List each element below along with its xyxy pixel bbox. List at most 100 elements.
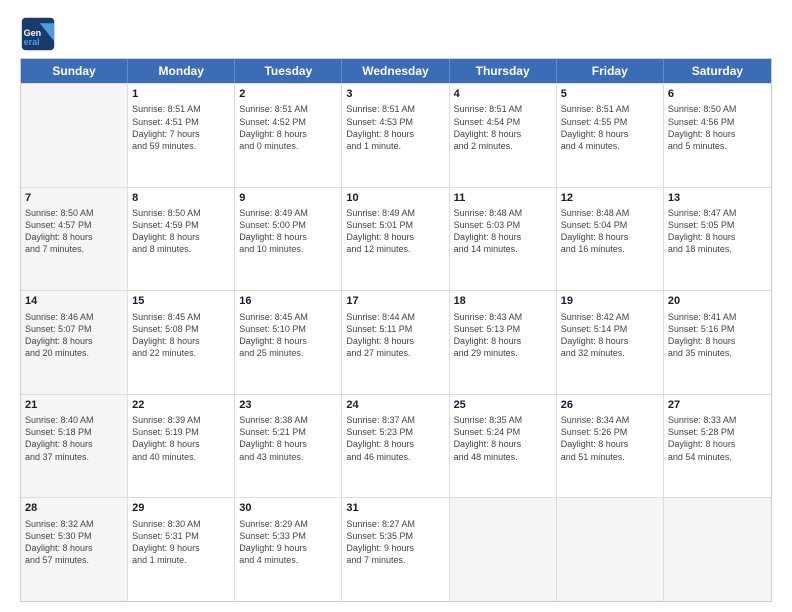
day-number: 2	[239, 87, 337, 102]
day-number: 9	[239, 191, 337, 206]
day-number: 25	[454, 398, 552, 413]
logo: Gen eral	[20, 16, 60, 52]
cal-cell-r4-c2: 30 Sunrise: 8:29 AM Sunset: 5:33 PM Dayli…	[235, 498, 342, 601]
day-info: Sunrise: 8:49 AM Sunset: 5:00 PM Dayligh…	[239, 207, 337, 256]
cal-cell-r0-c3: 3Sunrise: 8:51 AM Sunset: 4:53 PM Daylig…	[342, 84, 449, 187]
day-info: Sunrise: 8:27 AM Sunset: 5:35 PM Dayligh…	[346, 518, 444, 567]
cal-cell-r4-c0: 28 Sunrise: 8:32 AM Sunset: 5:30 PM Dayli…	[21, 498, 128, 601]
day-number: 30	[239, 501, 337, 516]
weekday-header-sunday: Sunday	[21, 59, 128, 83]
cal-cell-r1-c2: 9Sunrise: 8:49 AM Sunset: 5:00 PM Daylig…	[235, 188, 342, 291]
day-number: 5	[561, 87, 659, 102]
day-info: Sunrise: 8:40 AM Sunset: 5:18 PM Dayligh…	[25, 414, 123, 463]
cal-cell-r2-c4: 18 Sunrise: 8:43 AM Sunset: 5:13 PM Dayli…	[450, 291, 557, 394]
day-info: Sunrise: 8:51 AM Sunset: 4:55 PM Dayligh…	[561, 103, 659, 152]
weekday-header-wednesday: Wednesday	[342, 59, 449, 83]
day-number: 19	[561, 294, 659, 309]
day-number: 13	[668, 191, 767, 206]
day-number: 7	[25, 191, 123, 206]
day-number: 26	[561, 398, 659, 413]
day-info: Sunrise: 8:51 AM Sunset: 4:54 PM Dayligh…	[454, 103, 552, 152]
day-info: Sunrise: 8:51 AM Sunset: 4:51 PM Dayligh…	[132, 103, 230, 152]
day-number: 16	[239, 294, 337, 309]
cal-cell-r4-c1: 29 Sunrise: 8:30 AM Sunset: 5:31 PM Dayli…	[128, 498, 235, 601]
cal-cell-r1-c4: 11Sunrise: 8:48 AM Sunset: 5:03 PM Dayli…	[450, 188, 557, 291]
day-number: 4	[454, 87, 552, 102]
day-info: Sunrise: 8:29 AM Sunset: 5:33 PM Dayligh…	[239, 518, 337, 567]
cal-cell-r0-c0	[21, 84, 128, 187]
day-number: 12	[561, 191, 659, 206]
day-info: Sunrise: 8:48 AM Sunset: 5:04 PM Dayligh…	[561, 207, 659, 256]
calendar-row-4: 28 Sunrise: 8:32 AM Sunset: 5:30 PM Dayli…	[21, 497, 771, 601]
day-info: Sunrise: 8:32 AM Sunset: 5:30 PM Dayligh…	[25, 518, 123, 567]
day-number: 14	[25, 294, 123, 309]
svg-text:eral: eral	[24, 37, 40, 47]
day-number: 27	[668, 398, 767, 413]
day-info: Sunrise: 8:39 AM Sunset: 5:19 PM Dayligh…	[132, 414, 230, 463]
day-number: 10	[346, 191, 444, 206]
day-info: Sunrise: 8:45 AM Sunset: 5:10 PM Dayligh…	[239, 311, 337, 360]
calendar: SundayMondayTuesdayWednesdayThursdayFrid…	[20, 58, 772, 602]
day-info: Sunrise: 8:34 AM Sunset: 5:26 PM Dayligh…	[561, 414, 659, 463]
day-info: Sunrise: 8:48 AM Sunset: 5:03 PM Dayligh…	[454, 207, 552, 256]
cal-cell-r0-c6: 6Sunrise: 8:50 AM Sunset: 4:56 PM Daylig…	[664, 84, 771, 187]
header: Gen eral	[20, 16, 772, 52]
day-info: Sunrise: 8:51 AM Sunset: 4:52 PM Dayligh…	[239, 103, 337, 152]
day-number: 18	[454, 294, 552, 309]
day-number: 8	[132, 191, 230, 206]
cal-cell-r3-c1: 22Sunrise: 8:39 AM Sunset: 5:19 PM Dayli…	[128, 395, 235, 498]
cal-cell-r2-c0: 14 Sunrise: 8:46 AM Sunset: 5:07 PM Dayli…	[21, 291, 128, 394]
day-info: Sunrise: 8:43 AM Sunset: 5:13 PM Dayligh…	[454, 311, 552, 360]
day-number: 24	[346, 398, 444, 413]
logo-icon: Gen eral	[20, 16, 56, 52]
day-info: Sunrise: 8:50 AM Sunset: 4:56 PM Dayligh…	[668, 103, 767, 152]
day-info: Sunrise: 8:37 AM Sunset: 5:23 PM Dayligh…	[346, 414, 444, 463]
day-info: Sunrise: 8:46 AM Sunset: 5:07 PM Dayligh…	[25, 311, 123, 360]
day-number: 17	[346, 294, 444, 309]
weekday-header-saturday: Saturday	[664, 59, 771, 83]
calendar-body: 1Sunrise: 8:51 AM Sunset: 4:51 PM Daylig…	[21, 83, 771, 601]
day-info: Sunrise: 8:50 AM Sunset: 4:59 PM Dayligh…	[132, 207, 230, 256]
cal-cell-r4-c5	[557, 498, 664, 601]
weekday-header-monday: Monday	[128, 59, 235, 83]
page: Gen eral SundayMondayTuesdayWednesdayThu…	[0, 0, 792, 612]
day-number: 3	[346, 87, 444, 102]
weekday-header-friday: Friday	[557, 59, 664, 83]
cal-cell-r3-c3: 24Sunrise: 8:37 AM Sunset: 5:23 PM Dayli…	[342, 395, 449, 498]
calendar-row-3: 21Sunrise: 8:40 AM Sunset: 5:18 PM Dayli…	[21, 394, 771, 498]
cal-cell-r4-c3: 31Sunrise: 8:27 AM Sunset: 5:35 PM Dayli…	[342, 498, 449, 601]
day-info: Sunrise: 8:35 AM Sunset: 5:24 PM Dayligh…	[454, 414, 552, 463]
day-info: Sunrise: 8:42 AM Sunset: 5:14 PM Dayligh…	[561, 311, 659, 360]
day-info: Sunrise: 8:33 AM Sunset: 5:28 PM Dayligh…	[668, 414, 767, 463]
day-number: 1	[132, 87, 230, 102]
cal-cell-r0-c4: 4Sunrise: 8:51 AM Sunset: 4:54 PM Daylig…	[450, 84, 557, 187]
day-number: 29	[132, 501, 230, 516]
day-number: 6	[668, 87, 767, 102]
cal-cell-r2-c5: 19 Sunrise: 8:42 AM Sunset: 5:14 PM Dayli…	[557, 291, 664, 394]
cal-cell-r2-c2: 16 Sunrise: 8:45 AM Sunset: 5:10 PM Dayli…	[235, 291, 342, 394]
cal-cell-r1-c3: 10Sunrise: 8:49 AM Sunset: 5:01 PM Dayli…	[342, 188, 449, 291]
day-number: 11	[454, 191, 552, 206]
day-info: Sunrise: 8:47 AM Sunset: 5:05 PM Dayligh…	[668, 207, 767, 256]
cal-cell-r3-c2: 23Sunrise: 8:38 AM Sunset: 5:21 PM Dayli…	[235, 395, 342, 498]
cal-cell-r2-c1: 15 Sunrise: 8:45 AM Sunset: 5:08 PM Dayli…	[128, 291, 235, 394]
day-info: Sunrise: 8:41 AM Sunset: 5:16 PM Dayligh…	[668, 311, 767, 360]
cal-cell-r0-c5: 5Sunrise: 8:51 AM Sunset: 4:55 PM Daylig…	[557, 84, 664, 187]
day-info: Sunrise: 8:49 AM Sunset: 5:01 PM Dayligh…	[346, 207, 444, 256]
calendar-row-2: 14 Sunrise: 8:46 AM Sunset: 5:07 PM Dayli…	[21, 290, 771, 394]
calendar-row-1: 7Sunrise: 8:50 AM Sunset: 4:57 PM Daylig…	[21, 187, 771, 291]
day-number: 23	[239, 398, 337, 413]
cal-cell-r3-c0: 21Sunrise: 8:40 AM Sunset: 5:18 PM Dayli…	[21, 395, 128, 498]
day-number: 20	[668, 294, 767, 309]
weekday-header-thursday: Thursday	[450, 59, 557, 83]
day-number: 22	[132, 398, 230, 413]
day-number: 28	[25, 501, 123, 516]
day-info: Sunrise: 8:45 AM Sunset: 5:08 PM Dayligh…	[132, 311, 230, 360]
day-info: Sunrise: 8:38 AM Sunset: 5:21 PM Dayligh…	[239, 414, 337, 463]
day-number: 15	[132, 294, 230, 309]
cal-cell-r3-c6: 27Sunrise: 8:33 AM Sunset: 5:28 PM Dayli…	[664, 395, 771, 498]
weekday-header-tuesday: Tuesday	[235, 59, 342, 83]
day-info: Sunrise: 8:30 AM Sunset: 5:31 PM Dayligh…	[132, 518, 230, 567]
cal-cell-r4-c6	[664, 498, 771, 601]
cal-cell-r1-c0: 7Sunrise: 8:50 AM Sunset: 4:57 PM Daylig…	[21, 188, 128, 291]
